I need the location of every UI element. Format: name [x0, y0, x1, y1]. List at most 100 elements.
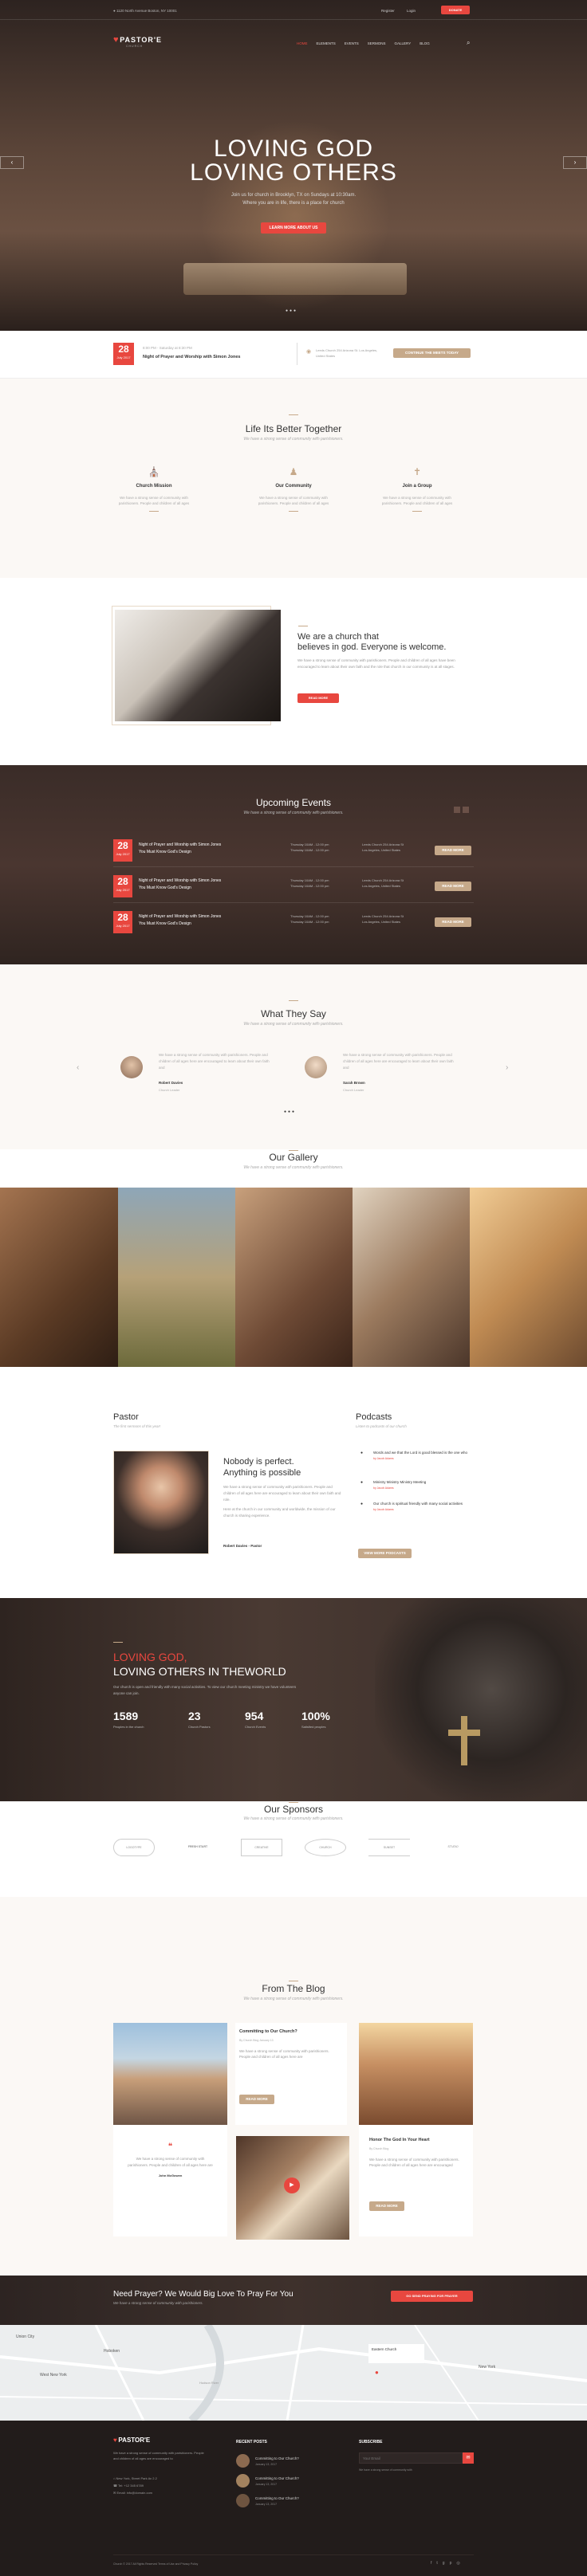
register-link[interactable]: Register — [381, 9, 395, 13]
bullet-icon: ● — [360, 1502, 364, 1506]
event-row[interactable]: 28 July 2017 Night of Prayer and Worship … — [113, 873, 474, 903]
hero-title-1: LOVING GOD — [213, 135, 374, 162]
testimonials-section: What They Say We have a strong sense of … — [0, 964, 587, 1149]
heart-logo-icon: ♥ — [113, 35, 119, 45]
blog-image[interactable] — [113, 2023, 227, 2125]
next-event-bar: 28 July 2017 8:00 PM - Saturday at 8:30 P… — [0, 331, 587, 379]
community-icon: ♟ — [289, 466, 298, 477]
hero-section: ● 1120 North Avenue Boston, NY 10001 Reg… — [0, 0, 587, 331]
gallery-image[interactable] — [470, 1188, 587, 1367]
blog-card: Committing to Our Church? By Church Blog… — [235, 2023, 347, 2125]
podcast-item[interactable]: ● Words and we that the Lord is good ble… — [356, 1450, 475, 1460]
nav-blog[interactable]: BLOG — [420, 41, 430, 45]
pastor-section: Pastor The first sermons of this year! N… — [0, 1367, 587, 1598]
gallery-grid — [0, 1188, 587, 1367]
slider-dots[interactable]: ●●● — [286, 308, 297, 313]
sponsor-logo[interactable]: FRESH START — [177, 1839, 219, 1856]
search-icon[interactable]: ⌕ — [467, 39, 470, 47]
send-prayer-button[interactable]: GO SEND PRAYING FOR PRAYER — [391, 2291, 473, 2302]
instagram-icon[interactable]: ◎ — [456, 2561, 464, 2566]
nav-elements[interactable]: ELEMENTS — [317, 41, 336, 45]
hero-text: Join us for church in Brooklyn, TX on Su… — [230, 193, 357, 206]
gallery-image[interactable] — [118, 1188, 235, 1367]
avatar — [120, 1056, 143, 1078]
event-read-more[interactable]: READ MORE — [435, 846, 471, 855]
map-roads — [0, 2325, 587, 2421]
events-next-arrow[interactable] — [463, 807, 469, 813]
nav-home[interactable]: HOME — [297, 41, 308, 45]
quote-card: ❝ We have a strong sense of community wi… — [113, 2125, 227, 2236]
bullet-icon: ● — [360, 1451, 364, 1455]
prev-slide-arrow[interactable]: ‹ — [0, 156, 24, 169]
events-prev-arrow[interactable] — [454, 807, 460, 813]
login-link[interactable]: Login — [407, 9, 416, 13]
sponsor-logo[interactable]: CHURCH — [305, 1839, 346, 1856]
testimonials-next-arrow[interactable]: › — [506, 1063, 508, 1072]
together-section: Life Its Better Together We have a stron… — [0, 379, 587, 578]
event-title[interactable]: Night of Prayer and Worship with Simon J… — [143, 355, 240, 359]
stat: 1589 Peoples in the church — [113, 1710, 144, 1729]
event-cta-button[interactable]: CONTINUE THE MEETS TODAY — [393, 348, 471, 358]
email-icon: ✉ — [113, 2491, 116, 2495]
next-slide-arrow[interactable]: › — [563, 156, 587, 169]
twitter-icon[interactable]: t — [436, 2561, 442, 2566]
stat: 23 Church Pastors — [188, 1710, 211, 1729]
cross-icon: ✝ — [412, 466, 422, 477]
event-row[interactable]: 28 July 2017 Night of Prayer and Worship … — [113, 909, 474, 939]
prayer-section: Need Prayer? We Would Big Love To Pray F… — [0, 2276, 587, 2325]
podcast-item[interactable]: ● Ministry Ministry Ministry Meeting by … — [356, 1479, 475, 1490]
priest-image — [375, 1598, 587, 1801]
subscribe-button[interactable]: ✉ — [463, 2452, 474, 2464]
location-icon: ● — [113, 9, 116, 13]
phone-icon: ☎ — [113, 2484, 117, 2488]
event-read-more[interactable]: READ MORE — [435, 917, 471, 927]
sponsor-logo[interactable]: CREATIVE — [241, 1839, 282, 1856]
blog-section: From The Blog We have a strong sense of … — [0, 1897, 587, 2276]
view-podcasts-button[interactable]: VIEW MORE PODCASTS — [358, 1549, 412, 1558]
gallery-image[interactable] — [0, 1188, 118, 1367]
hero-button[interactable]: LEARN MORE ABOUT US — [261, 222, 326, 234]
sponsor-logo[interactable]: SUNSET — [368, 1839, 410, 1856]
blog-image[interactable] — [359, 2023, 473, 2125]
pin-icon: ◉ — [306, 349, 312, 355]
event-date: 28 July 2017 — [113, 343, 134, 365]
gallery-image[interactable] — [235, 1188, 353, 1367]
nav-gallery[interactable]: GALLERY — [395, 41, 412, 45]
map[interactable]: Hoboken Union City West New York Hudson … — [0, 2325, 587, 2421]
google-icon[interactable]: g — [443, 2561, 450, 2566]
welcome-read-more[interactable]: READ MORE — [297, 693, 339, 703]
subscribe-email-input[interactable] — [359, 2452, 463, 2464]
hero-title-2: LOVING OTHERS — [190, 159, 397, 186]
map-info-box: Eastern Church — [368, 2344, 424, 2363]
stat: 954 Church Events — [245, 1710, 266, 1729]
logo[interactable]: ♥ PASTOR'E CHURCH — [113, 35, 162, 48]
sponsor-logo[interactable]: LOGOTYPE — [113, 1839, 155, 1856]
events-section: Upcoming Events We have a strong sense o… — [0, 765, 587, 964]
sponsors-section: Our Sponsors We have a strong sense of c… — [0, 1801, 587, 1897]
nav-sermons[interactable]: SERMONS — [368, 41, 386, 45]
home-icon: ⌂ — [113, 2476, 116, 2480]
blog-read-more[interactable]: READ MORE — [369, 2201, 404, 2211]
testimonials-prev-arrow[interactable]: ‹ — [77, 1063, 79, 1072]
avatar — [305, 1056, 327, 1078]
event-read-more[interactable]: READ MORE — [435, 882, 471, 891]
play-icon[interactable]: ▶ — [284, 2177, 300, 2193]
mission-section: LOVING GOD, LOVING OTHERS IN THEWORLD Ou… — [0, 1598, 587, 1801]
map-pin-icon[interactable]: ● — [375, 2369, 379, 2376]
sponsor-logo[interactable]: STUDIO — [432, 1839, 474, 1856]
testimonial-dots[interactable]: ●●● — [284, 1109, 296, 1114]
blog-read-more[interactable]: READ MORE — [239, 2095, 274, 2104]
bible-reading-image — [115, 610, 281, 721]
quote-icon: ❝ — [167, 2142, 173, 2151]
podcast-item[interactable]: ● Our church is spiritual friendly with … — [356, 1501, 475, 1511]
nav-events[interactable]: EVENTS — [345, 41, 359, 45]
cross-pendant — [461, 1716, 467, 1765]
footer: ♥ PASTOR'E We have a strong sense of com… — [0, 2421, 587, 2576]
together-title: Life Its Better Together — [245, 423, 342, 434]
event-row[interactable]: 28 July 2017 Night of Prayer and Worship … — [113, 837, 474, 867]
gallery-image[interactable] — [353, 1188, 470, 1367]
topbar-address: ● 1120 North Avenue Boston, NY 10001 — [113, 9, 177, 13]
footer-logo[interactable]: ♥ PASTOR'E — [113, 2437, 150, 2444]
bullet-icon: ● — [360, 1480, 364, 1485]
donate-button[interactable]: DONATE — [441, 6, 470, 14]
